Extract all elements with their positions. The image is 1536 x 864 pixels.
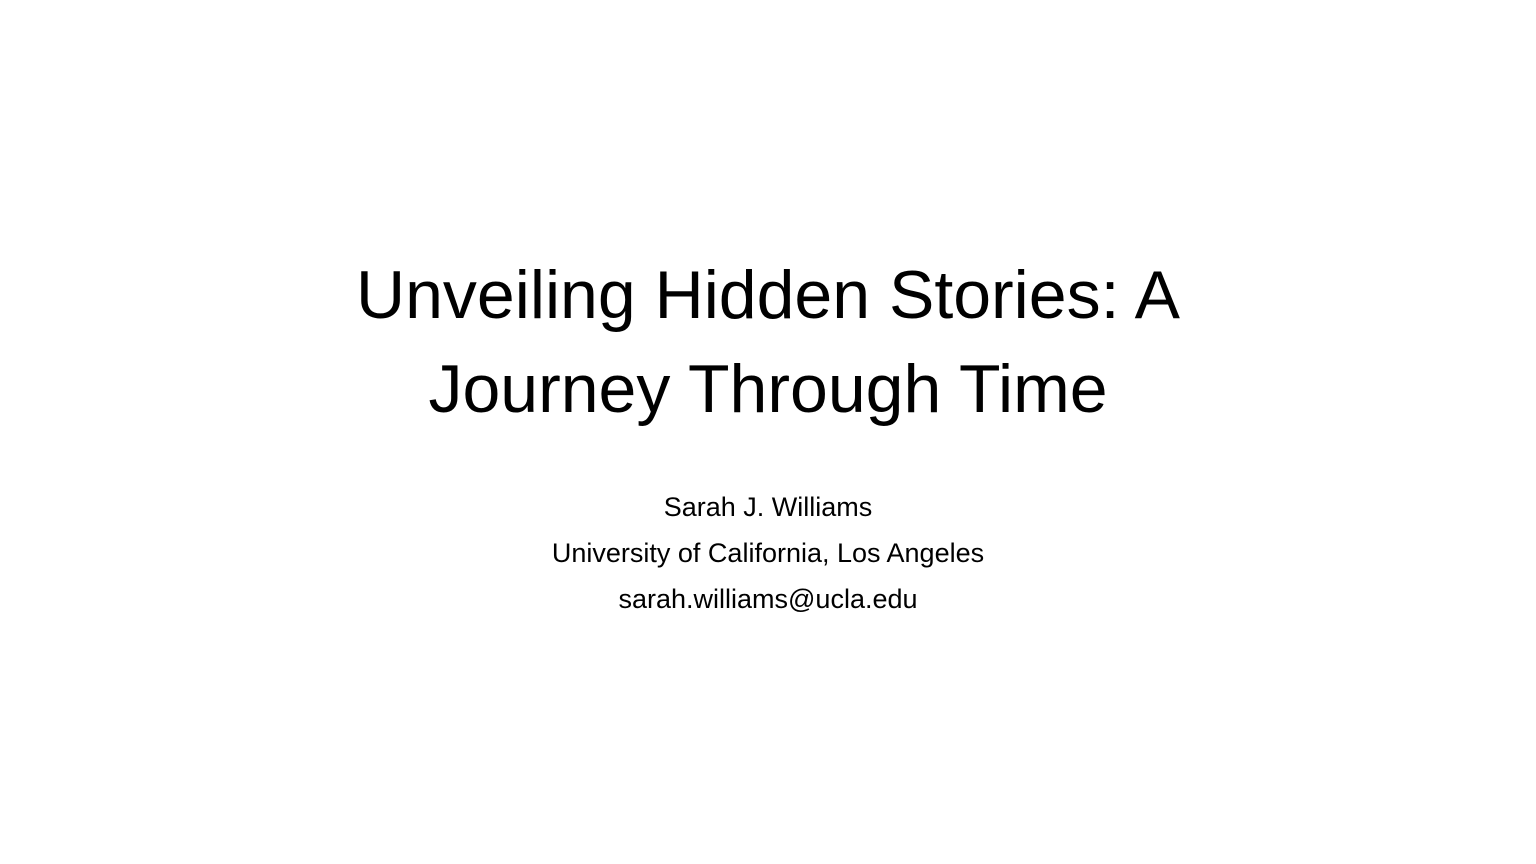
slide-title: Unveiling Hidden Stories: A Journey Thro… bbox=[268, 248, 1268, 436]
author-name: Sarah J. Williams bbox=[663, 492, 873, 522]
author-email: sarah.williams@ucla.edu bbox=[618, 584, 918, 614]
slide-title-line-1: Unveiling Hidden Stories: A bbox=[355, 257, 1180, 333]
slide: Unveiling Hidden Stories: A Journey Thro… bbox=[0, 0, 1536, 864]
slide-title-line-2: Journey Through Time bbox=[428, 351, 1108, 427]
slide-subtitle: Sarah J. Williams University of Californ… bbox=[368, 484, 1168, 622]
author-affiliation: University of California, Los Angeles bbox=[551, 538, 985, 568]
